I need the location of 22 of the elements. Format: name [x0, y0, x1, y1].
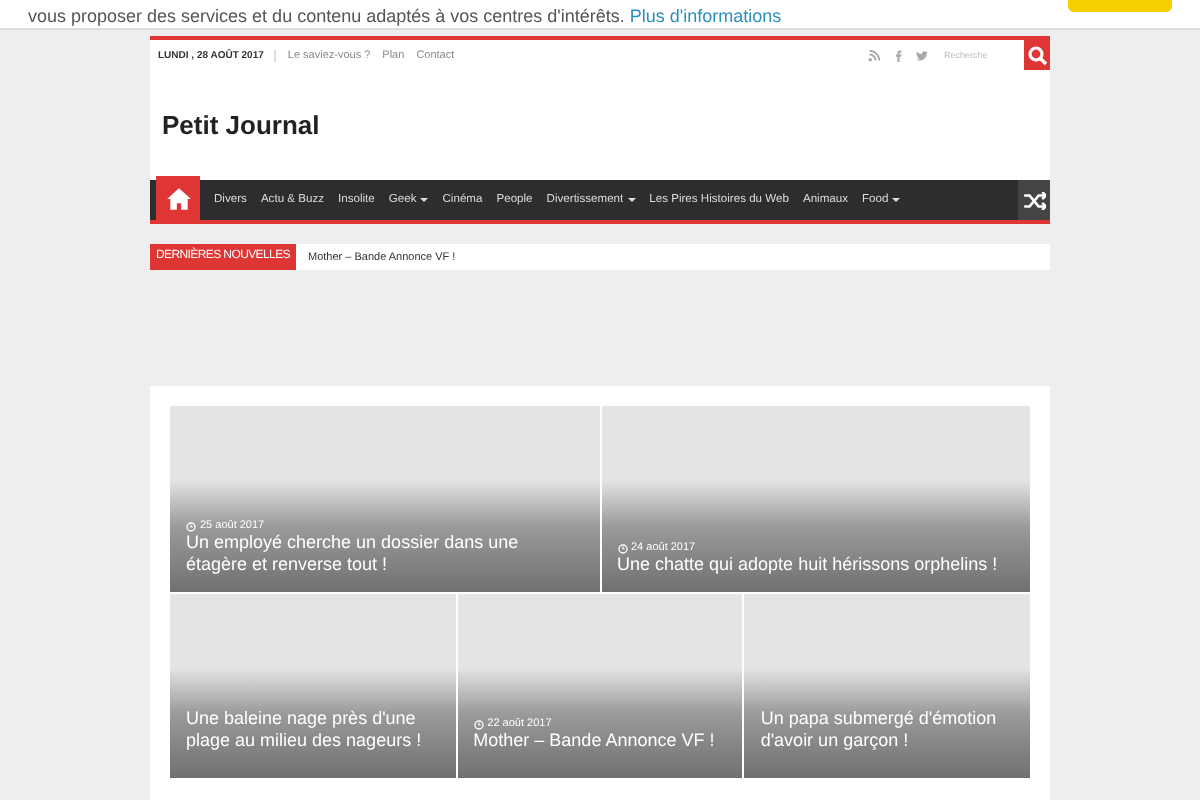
- article-title: Une chatte qui adopte huit hérissons orphelins !: [617, 554, 1000, 576]
- facebook-icon[interactable]: [892, 49, 904, 61]
- cookie-notice: vous proposer des services et du contenu adaptés à vos centres d'intérêts. Plus d'informations: [28, 6, 784, 28]
- article-card[interactable]: Une baleine nage près d'une plage au milieu des nageurs !: [170, 594, 456, 778]
- home-icon: [165, 185, 191, 211]
- search-button[interactable]: [1024, 40, 1050, 70]
- more-info-link[interactable]: Plus d'informations: [629, 6, 782, 26]
- twitter-icon[interactable]: [916, 49, 928, 61]
- article-title: Une baleine nage près d'une plage au milieu des nageurs !: [186, 708, 424, 752]
- article-title: Un papa submergé d'émotion d'avoir un garçon !: [760, 708, 999, 752]
- shuffle-icon: [1023, 191, 1045, 209]
- random-button[interactable]: [1018, 180, 1050, 220]
- site-logo[interactable]: Petit Journal: [162, 110, 320, 140]
- home-button[interactable]: [156, 176, 200, 220]
- clock-icon: [617, 543, 627, 553]
- search-icon: [1027, 45, 1047, 65]
- clock-icon: [186, 521, 196, 531]
- article-card[interactable]: Un papa submergé d'émotion d'avoir un garçon !: [744, 594, 1030, 778]
- rss-icon[interactable]: [868, 49, 880, 61]
- article-title: Mother – Bande Annonce VF !: [473, 730, 717, 752]
- clock-icon: [473, 719, 484, 729]
- article-title: Un employé cherche un dossier dans une étagère et renverse tout !: [186, 532, 521, 576]
